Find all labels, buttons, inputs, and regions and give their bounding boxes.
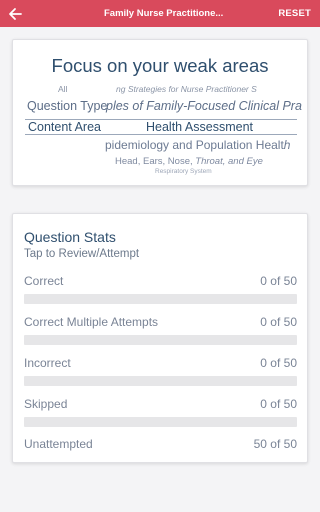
filter-option-strategies[interactable]: ng Strategies for Nurse Practitioner S: [116, 84, 257, 94]
filter-picker-row[interactable]: Question Type ples of Family-Focused Cli…: [13, 99, 307, 115]
stat-value: 0 of 50: [260, 274, 297, 288]
stat-label: Correct: [24, 274, 64, 288]
filter-selected-content-area[interactable]: Content Area: [28, 120, 101, 134]
stat-progress-bar: [24, 417, 297, 427]
stat-progress-bar: [24, 335, 297, 345]
stat-row-correct-multiple[interactable]: Correct Multiple Attempts 0 of 50: [24, 315, 297, 351]
stat-row-unattempted[interactable]: Unattempted 50 of 50: [24, 437, 297, 473]
stat-label: Unattempted: [24, 437, 93, 451]
stat-value: 0 of 50: [260, 397, 297, 411]
filter-picker-row[interactable]: All ng Strategies for Nurse Practitioner…: [13, 84, 307, 96]
back-button[interactable]: [0, 0, 30, 27]
filter-picker-row[interactable]: Respiratory System: [13, 168, 307, 178]
filter-picker-row[interactable]: pidemiology and Population Health: [13, 138, 307, 154]
filter-option-principles[interactable]: ples of Family-Focused Clinical Pra: [106, 99, 302, 113]
filter-option-all[interactable]: All: [58, 84, 67, 94]
stat-label: Incorrect: [24, 356, 71, 370]
reset-button[interactable]: RESET: [278, 0, 311, 27]
stat-progress-bar: [24, 294, 297, 304]
stats-title: Question Stats: [24, 229, 116, 245]
focus-title: Focus on your weak areas: [51, 55, 269, 76]
app-title: Family Nurse Practitione...: [104, 8, 224, 19]
filter-picker-row[interactable]: Head, Ears, Nose, Throat, and Eye: [13, 156, 307, 168]
app-bar: Family Nurse Practitione... RESET: [0, 0, 320, 27]
filter-option-respiratory[interactable]: Respiratory System: [155, 168, 212, 175]
filter-option-heent[interactable]: Head, Ears, Nose, Throat, and Eye: [115, 156, 263, 167]
question-stats-card[interactable]: Question Stats Tap to Review/Attempt Cor…: [12, 213, 308, 463]
stat-value: 0 of 50: [260, 356, 297, 370]
stat-value: 0 of 50: [260, 315, 297, 329]
stat-value: 50 of 50: [253, 437, 297, 451]
arrow-left-icon: [9, 7, 22, 20]
filter-picker-selected-row[interactable]: Content Area Health Assessment: [25, 119, 297, 135]
focus-card: Focus on your weak areas All ng Strategi…: [12, 39, 308, 186]
filter-option-question-type[interactable]: Question Type: [27, 99, 107, 113]
filter-selected-health-assessment[interactable]: Health Assessment: [146, 120, 253, 134]
stat-row-incorrect[interactable]: Incorrect 0 of 50: [24, 356, 297, 392]
stat-label: Skipped: [24, 397, 68, 411]
filter-option-epidemiology[interactable]: pidemiology and Population Health: [105, 138, 290, 152]
stats-subtitle: Tap to Review/Attempt: [24, 248, 140, 260]
stat-row-skipped[interactable]: Skipped 0 of 50: [24, 397, 297, 433]
stat-label: Correct Multiple Attempts: [24, 315, 159, 329]
stat-row-correct[interactable]: Correct 0 of 50: [24, 274, 297, 310]
stat-progress-bar: [24, 376, 297, 386]
